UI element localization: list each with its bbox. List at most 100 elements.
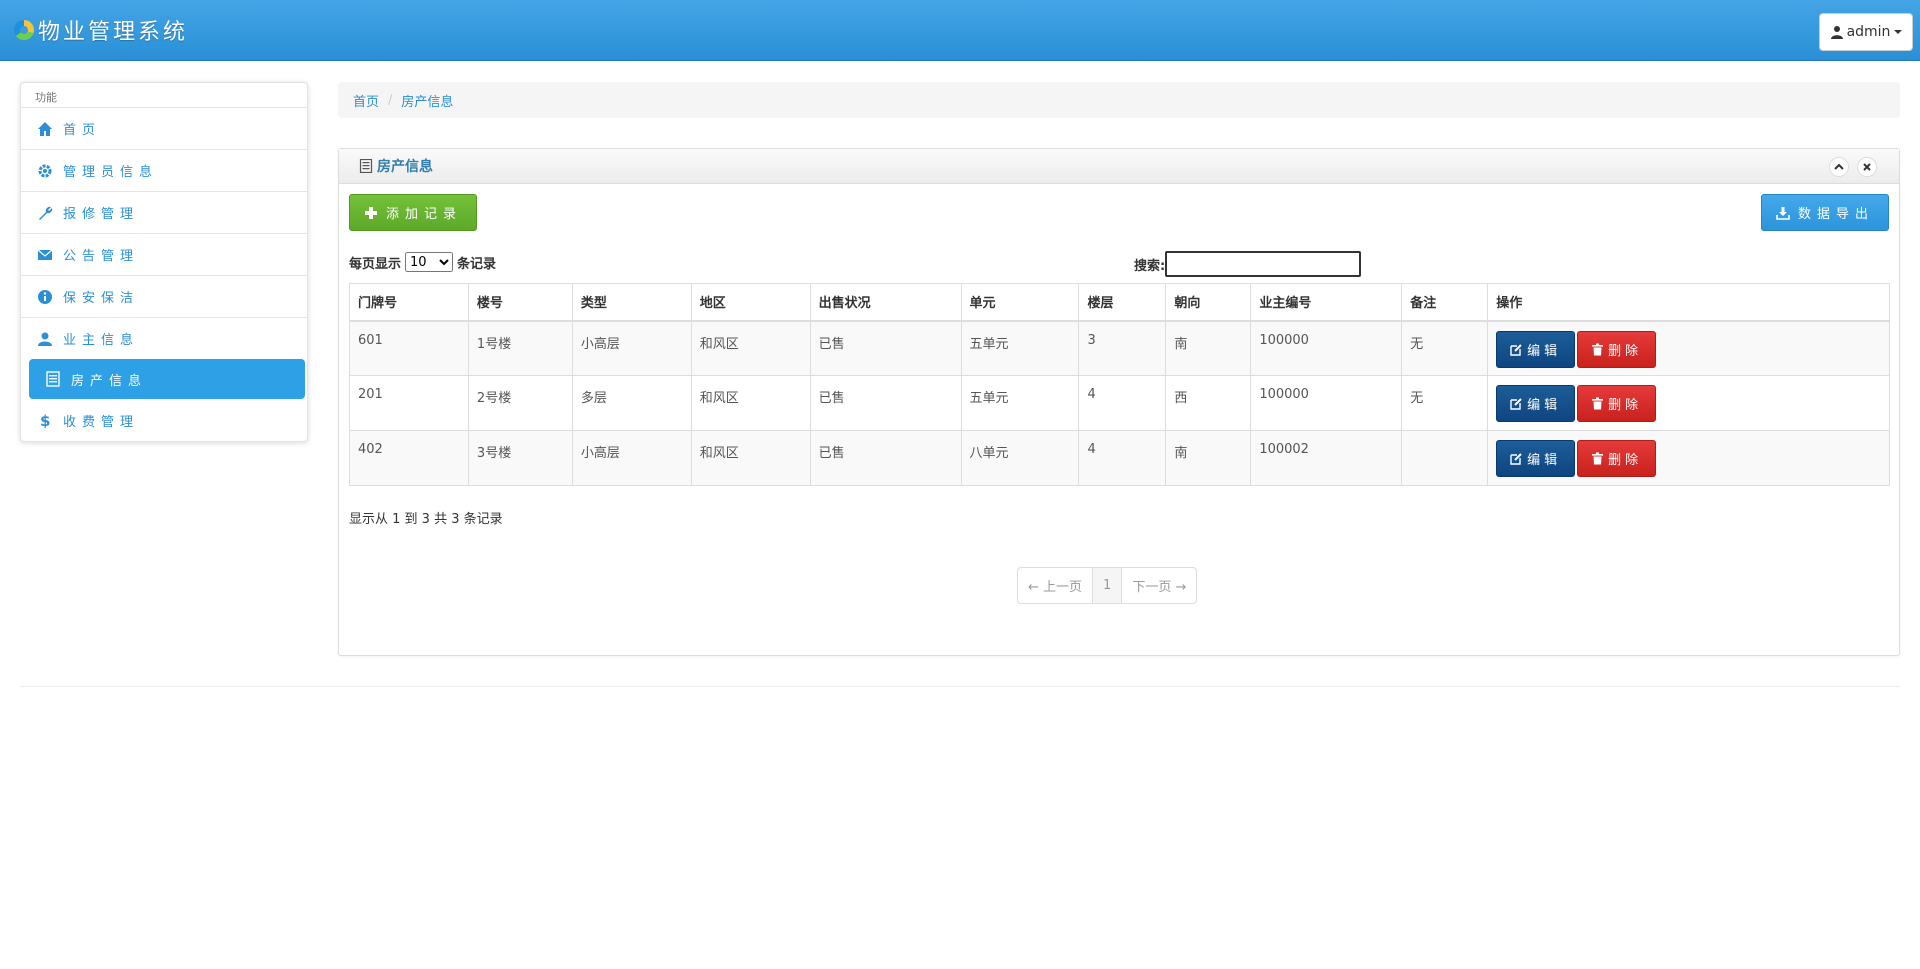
table-cell: 601 <box>349 320 469 376</box>
breadcrumb: 首页 / 房产信息 <box>338 82 1900 118</box>
chevron-up-icon <box>1834 163 1844 170</box>
export-data-button[interactable]: 数据导出 <box>1761 194 1889 231</box>
delete-button[interactable]: 删除 <box>1577 440 1657 477</box>
breadcrumb-current-link[interactable]: 房产信息 <box>401 91 453 110</box>
table-cell: 五单元 <box>960 375 1080 431</box>
close-panel-button[interactable] <box>1857 157 1877 177</box>
home-icon <box>38 121 52 136</box>
edit-button[interactable]: 编辑 <box>1496 330 1576 368</box>
search-label: 搜索: <box>1134 258 1166 274</box>
table-cell: 和风区 <box>690 430 811 486</box>
table-cell: 五单元 <box>960 320 1080 376</box>
app-title: 物业管理系统 <box>38 20 189 45</box>
column-header[interactable]: 类型 <box>571 283 692 322</box>
delete-label: 删除 <box>1608 343 1643 359</box>
column-header[interactable]: 业主编号 <box>1250 283 1403 322</box>
table-cell: 无 <box>1401 320 1489 376</box>
page-length-control: 每页显示 10 条记录 <box>349 252 496 272</box>
sidebar-item-home[interactable]: 首页 <box>21 107 307 149</box>
column-header[interactable]: 楼号 <box>467 283 573 322</box>
add-record-button[interactable]: 添加记录 <box>349 194 477 231</box>
sidebar-item-label: 公告管理 <box>63 249 140 264</box>
edit-button[interactable]: 编辑 <box>1496 385 1576 422</box>
close-icon <box>1863 163 1871 171</box>
sidebar-item-property[interactable]: 房产信息 <box>29 359 305 399</box>
property-panel: 房产信息 添加记录 数据导出 每页显示 10 条记录 搜索: 门牌号 楼号 类型… <box>338 148 1900 656</box>
property-table: 门牌号 楼号 类型 地区 出售状况 单元 楼层 朝向 业主编号 备注 操作 60… <box>349 283 1890 486</box>
table-cell: 4 <box>1078 430 1167 486</box>
sidebar-item-admin-info[interactable]: 管理员信息 <box>21 149 307 191</box>
column-header[interactable]: 门牌号 <box>349 283 469 322</box>
user-name: admin <box>1846 24 1891 40</box>
table-cell: 小高层 <box>571 430 692 486</box>
gear-icon <box>38 164 52 177</box>
column-header[interactable]: 出售状况 <box>809 283 962 322</box>
table-cell: 1号楼 <box>467 320 573 376</box>
list-icon <box>46 371 60 387</box>
prev-page-button[interactable]: ← 上一页 <box>1018 568 1094 603</box>
table-info: 显示从 1 到 3 共 3 条记录 <box>349 512 503 527</box>
breadcrumb-home-link[interactable]: 首页 <box>353 91 379 110</box>
logo-icon <box>14 20 34 40</box>
envelope-icon <box>37 249 53 260</box>
table-cell: 100000 <box>1250 375 1403 431</box>
edit-button[interactable]: 编辑 <box>1496 440 1576 477</box>
top-navbar: 物业管理系统 admin <box>0 0 1920 61</box>
brand[interactable]: 物业管理系统 <box>14 12 188 48</box>
sidebar-caption: 功能 <box>35 91 57 104</box>
table-cell: 100002 <box>1250 430 1403 486</box>
sidebar-item-fees[interactable]: $ 收费管理 <box>21 399 307 441</box>
delete-label: 删除 <box>1608 398 1643 413</box>
edit-label: 编辑 <box>1527 343 1562 359</box>
table-cell: 八单元 <box>960 430 1080 486</box>
page-number-button[interactable]: 1 <box>1093 568 1123 603</box>
dollar-icon: $ <box>40 412 50 428</box>
user-menu-button[interactable]: admin <box>1819 13 1913 51</box>
row-actions: 编辑 删除 <box>1487 320 1890 376</box>
table-cell: 3号楼 <box>467 430 573 486</box>
table-cell: 已售 <box>809 320 962 376</box>
next-page-button[interactable]: 下一页 → <box>1122 568 1196 603</box>
edit-icon <box>1510 343 1522 356</box>
table-cell: 3 <box>1078 320 1167 376</box>
row-actions: 编辑 删除 <box>1487 430 1890 486</box>
delete-button[interactable]: 删除 <box>1577 385 1657 422</box>
table-cell: 4 <box>1078 375 1167 431</box>
wrench-icon <box>39 206 53 220</box>
table-cell <box>1401 430 1489 486</box>
table-header-row: 门牌号 楼号 类型 地区 出售状况 单元 楼层 朝向 业主编号 备注 操作 <box>349 283 1890 322</box>
page-length-select[interactable]: 10 <box>405 252 454 272</box>
table-cell: 南 <box>1165 320 1252 376</box>
page-length-prefix: 每页显示 <box>349 256 402 272</box>
sidebar-item-label: 首页 <box>63 123 102 138</box>
trash-icon <box>1592 343 1604 355</box>
table-cell: 已售 <box>809 375 962 431</box>
table-cell: 100000 <box>1250 320 1403 376</box>
delete-label: 删除 <box>1608 453 1643 468</box>
sidebar-item-notice[interactable]: 公告管理 <box>21 233 307 275</box>
info-icon <box>38 289 52 304</box>
table-row: 402 3号楼 小高层 和风区 已售 八单元 4 南 100002 编辑 删除 <box>349 430 1890 486</box>
search-control: 搜索: <box>1134 251 1362 277</box>
sidebar: 功能 首页 管理员信息 报修管理 公告管理 保安保洁 业主信息 房产信息 $ 收… <box>20 82 308 442</box>
sidebar-item-label: 房产信息 <box>71 373 148 389</box>
trash-icon <box>1592 452 1604 465</box>
download-icon <box>1776 206 1790 220</box>
column-header[interactable]: 地区 <box>690 283 811 322</box>
sidebar-item-security[interactable]: 保安保洁 <box>21 275 307 317</box>
sidebar-item-repair[interactable]: 报修管理 <box>21 191 307 233</box>
column-header[interactable]: 备注 <box>1401 283 1489 322</box>
export-data-label: 数据导出 <box>1797 207 1874 222</box>
edit-icon <box>1510 398 1522 410</box>
column-header[interactable]: 楼层 <box>1078 283 1167 322</box>
trash-icon <box>1592 397 1604 410</box>
delete-button[interactable]: 删除 <box>1577 330 1657 368</box>
edit-label: 编辑 <box>1527 398 1562 413</box>
sidebar-item-label: 报修管理 <box>63 207 140 222</box>
column-header[interactable]: 朝向 <box>1165 283 1252 322</box>
search-input[interactable] <box>1165 251 1362 277</box>
sidebar-item-owner[interactable]: 业主信息 <box>21 317 307 359</box>
collapse-button[interactable] <box>1829 157 1849 177</box>
column-header[interactable]: 单元 <box>960 283 1080 322</box>
panel-header: 房产信息 <box>339 149 1899 184</box>
